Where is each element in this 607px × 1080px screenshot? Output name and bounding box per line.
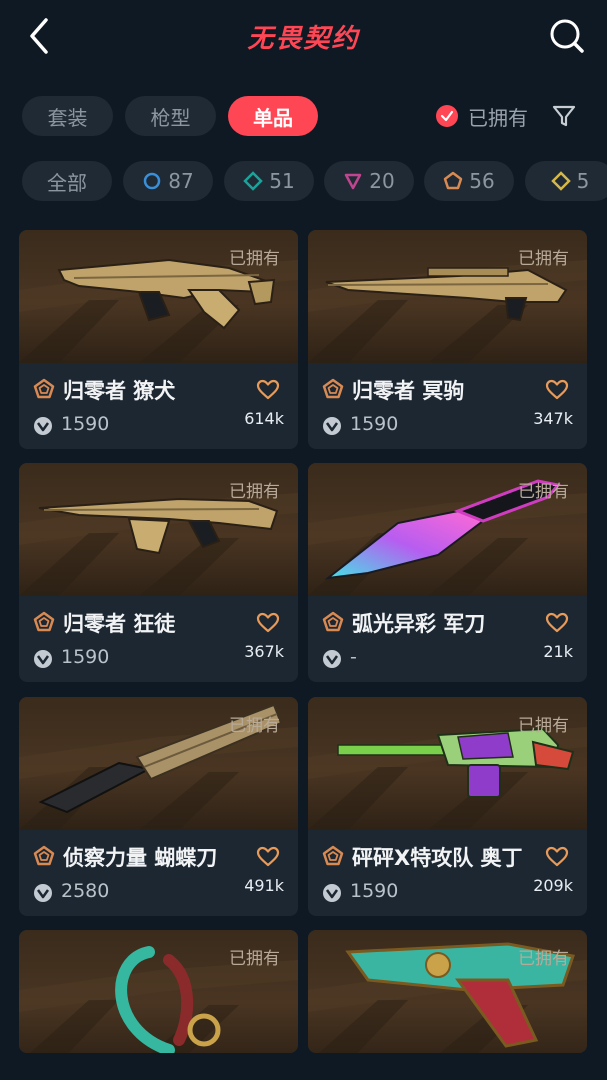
item-name: 侦察力量 蝴蝶刀 — [63, 846, 218, 870]
item-image: 已拥有 — [19, 697, 298, 830]
item-card[interactable]: 已拥有 — [308, 930, 587, 1053]
category-tabs: 套装 枪型 单品 已拥有 — [22, 96, 592, 136]
owned-badge: 已拥有 — [518, 716, 569, 736]
item-image: 已拥有 — [19, 230, 298, 363]
item-likes: 614k — [244, 409, 284, 428]
heart-icon[interactable] — [545, 378, 569, 402]
owned-badge: 已拥有 — [518, 949, 569, 969]
tab-weapon-type[interactable]: 枪型 — [125, 96, 216, 136]
owned-badge: 已拥有 — [518, 482, 569, 502]
item-name: 弧光异彩 军刀 — [352, 612, 486, 636]
page-title: 无畏契约 — [247, 24, 360, 54]
tab-sets[interactable]: 套装 — [22, 96, 113, 136]
pentagon-tier-icon — [33, 611, 55, 632]
vp-currency-icon — [34, 884, 52, 902]
item-price: 2580 — [61, 880, 110, 902]
rarity-deluxe-count: 51 — [269, 169, 295, 193]
owned-badge: 已拥有 — [229, 949, 280, 969]
item-price: 1590 — [350, 413, 399, 435]
circle-tier-icon — [144, 172, 161, 190]
item-price: 1590 — [61, 646, 110, 668]
check-icon — [436, 105, 458, 127]
item-card[interactable]: 已拥有归零者 冥驹 1590 347k — [308, 230, 587, 449]
item-card[interactable]: 已拥有侦察力量 蝴蝶刀 2580 491k — [19, 697, 298, 916]
item-image: 已拥有 — [19, 930, 298, 1053]
rarity-ultra-count: 56 — [469, 169, 495, 193]
diamond-gold-tier-icon — [550, 171, 571, 191]
vp-currency-icon — [323, 650, 341, 668]
funnel-icon — [552, 105, 576, 127]
item-likes: 491k — [244, 876, 284, 895]
item-name: 归零者 獠犬 — [63, 379, 176, 403]
rarity-ultra[interactable]: 56 — [424, 161, 514, 201]
owned-badge: 已拥有 — [229, 249, 280, 269]
item-card[interactable]: 已拥有归零者 狂徒 1590 367k — [19, 463, 298, 682]
pentagon-tier-icon — [33, 378, 55, 399]
rarity-filter-row: 全部 87 51 20 56 5 — [22, 161, 607, 201]
item-image: 已拥有 — [308, 697, 587, 830]
app-header: 无畏契约 — [0, 0, 607, 76]
pentagon-tier-icon — [444, 171, 463, 190]
pentagon-tier-icon — [322, 611, 344, 632]
item-card[interactable]: 已拥有 — [19, 930, 298, 1053]
item-price: 1590 — [61, 413, 110, 435]
rarity-select-count: 87 — [168, 169, 194, 193]
heart-icon[interactable] — [256, 378, 280, 402]
search-icon — [550, 19, 584, 53]
tab-items[interactable]: 单品 — [228, 96, 318, 136]
filter-button[interactable] — [550, 102, 578, 130]
item-name: 归零者 狂徒 — [63, 612, 176, 636]
rarity-premium-count: 20 — [369, 169, 395, 193]
item-likes: 21k — [543, 642, 573, 661]
heart-icon[interactable] — [256, 845, 280, 869]
owned-filter-toggle[interactable]: 已拥有 — [436, 96, 528, 136]
diamond-tier-icon — [243, 171, 264, 191]
item-card[interactable]: 已拥有归零者 獠犬 1590 614k — [19, 230, 298, 449]
rarity-exclusive-count: 5 — [576, 169, 590, 193]
rarity-select[interactable]: 87 — [123, 161, 213, 201]
heart-icon[interactable] — [256, 611, 280, 635]
rarity-all-label: 全部 — [47, 170, 87, 195]
item-likes: 367k — [244, 642, 284, 661]
rarity-exclusive[interactable]: 5 — [525, 161, 607, 201]
vp-currency-icon — [34, 650, 52, 668]
item-image: 已拥有 — [308, 230, 587, 363]
pentagon-tier-icon — [322, 378, 344, 399]
search-button[interactable] — [547, 16, 587, 56]
item-image: 已拥有 — [308, 463, 587, 596]
heart-icon[interactable] — [545, 611, 569, 635]
vp-currency-icon — [323, 417, 341, 435]
rarity-premium[interactable]: 20 — [324, 161, 414, 201]
item-price: 1590 — [350, 880, 399, 902]
pentagon-tier-icon — [33, 845, 55, 866]
item-name: 归零者 冥驹 — [352, 379, 465, 403]
owned-badge: 已拥有 — [229, 482, 280, 502]
pentagon-tier-icon — [322, 845, 344, 866]
owned-badge: 已拥有 — [518, 249, 569, 269]
heart-icon[interactable] — [545, 845, 569, 869]
vp-currency-icon — [34, 417, 52, 435]
triangle-tier-icon — [345, 173, 362, 190]
item-card[interactable]: 已拥有弧光异彩 军刀 - 21k — [308, 463, 587, 682]
owned-badge: 已拥有 — [229, 716, 280, 736]
item-price: - — [350, 646, 357, 668]
item-name: 砰砰X特攻队 奥丁 — [352, 846, 523, 870]
owned-filter-label: 已拥有 — [468, 105, 528, 130]
item-likes: 209k — [533, 876, 573, 895]
item-image: 已拥有 — [308, 930, 587, 1053]
item-image: 已拥有 — [19, 463, 298, 596]
item-likes: 347k — [533, 409, 573, 428]
item-card[interactable]: 已拥有砰砰X特攻队 奥丁 1590 209k — [308, 697, 587, 916]
vp-currency-icon — [323, 884, 341, 902]
rarity-deluxe[interactable]: 51 — [224, 161, 314, 201]
rarity-all[interactable]: 全部 — [22, 161, 112, 201]
